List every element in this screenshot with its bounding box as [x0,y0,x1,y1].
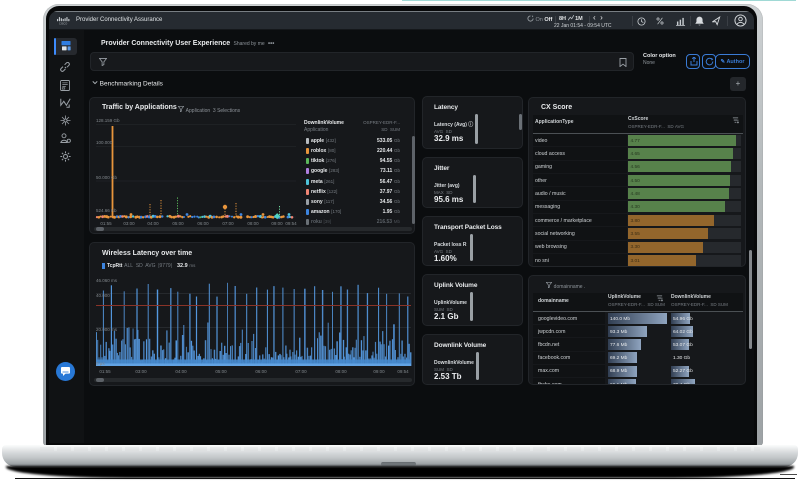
svg-text:CISCO: CISCO [59,21,67,25]
